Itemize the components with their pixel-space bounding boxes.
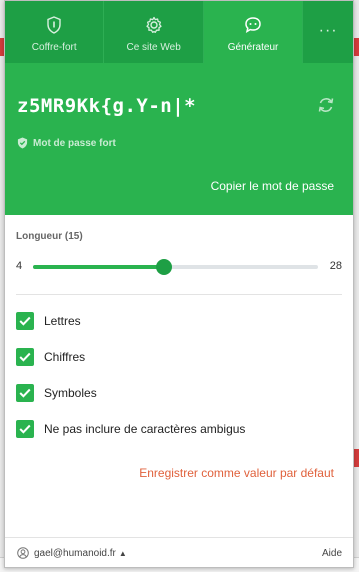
checkmark-icon (19, 424, 31, 434)
shield-icon (47, 16, 61, 34)
background-red-element (354, 449, 359, 467)
shield-check-icon (17, 137, 28, 149)
generator-options: Longueur (15) 4 28 Lettres Chiffres Symb… (5, 215, 353, 507)
checkmark-icon (19, 352, 31, 362)
checkmark-icon (19, 388, 31, 398)
checkmark-icon (19, 316, 31, 326)
option-symbols[interactable]: Symboles (16, 384, 97, 402)
more-icon: ··· (318, 22, 338, 39)
footer: gael@humanoid.fr ▲ Aide (5, 537, 353, 567)
checkbox-checked[interactable] (16, 420, 34, 438)
tab-generator[interactable]: Générateur (203, 1, 304, 63)
strength-label: Mot de passe fort (33, 137, 116, 149)
generated-password[interactable]: z5MR9Kk{g.Y-n|* (17, 95, 196, 117)
tab-this-site[interactable]: Ce site Web (104, 1, 204, 63)
save-as-default-link[interactable]: Enregistrer comme valeur par défaut (139, 466, 334, 480)
chat-bubble-icon (245, 17, 261, 34)
account-menu[interactable]: gael@humanoid.fr ▲ (17, 547, 127, 559)
background-red-element (354, 38, 359, 56)
option-label: Symboles (44, 386, 97, 400)
tab-label: Ce site Web (126, 42, 181, 53)
slider-fill (33, 265, 164, 269)
tab-vault[interactable]: Coffre-fort (5, 1, 105, 63)
tab-label: Générateur (227, 42, 279, 53)
length-label: Longueur (15) (16, 231, 83, 242)
divider (16, 294, 342, 295)
password-manager-popup: Coffre-fort Ce site Web Générateur ··· z… (4, 0, 354, 568)
option-letters[interactable]: Lettres (16, 312, 81, 330)
checkbox-checked[interactable] (16, 384, 34, 402)
account-email: gael@humanoid.fr (34, 547, 116, 559)
password-strength: Mot de passe fort (17, 137, 116, 149)
slider-thumb[interactable] (155, 259, 172, 275)
length-min: 4 (16, 260, 23, 272)
checkbox-checked[interactable] (16, 312, 34, 330)
tab-more[interactable]: ··· (303, 1, 353, 63)
help-link[interactable]: Aide (322, 548, 342, 559)
gear-icon (145, 16, 162, 33)
option-exclude-ambiguous[interactable]: Ne pas inclure de caractères ambigus (16, 420, 245, 438)
caret-up-icon: ▲ (118, 548, 127, 558)
length-max: 28 (329, 260, 342, 272)
copy-password-button[interactable]: Copier le mot de passe (211, 179, 334, 193)
option-label: Lettres (44, 314, 81, 328)
generator-panel: z5MR9Kk{g.Y-n|* Mot de passe fort Copier… (5, 63, 353, 215)
refresh-icon[interactable] (316, 95, 336, 115)
option-digits[interactable]: Chiffres (16, 348, 85, 366)
tab-bar: Coffre-fort Ce site Web Générateur ··· (5, 1, 353, 63)
checkbox-checked[interactable] (16, 348, 34, 366)
user-icon (17, 547, 29, 559)
length-slider[interactable] (33, 259, 318, 275)
tab-label: Coffre-fort (31, 42, 77, 53)
option-label: Ne pas inclure de caractères ambigus (44, 422, 246, 436)
option-label: Chiffres (44, 350, 86, 364)
